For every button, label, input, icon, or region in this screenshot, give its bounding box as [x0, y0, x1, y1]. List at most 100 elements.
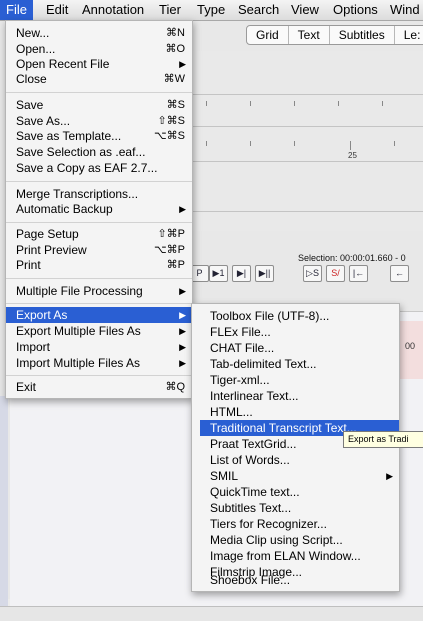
menubar-options[interactable]: Options [327, 0, 384, 20]
menu-item-label: Tab-delimited Text... [210, 357, 317, 371]
export-item-list-of-words[interactable]: List of Words... [200, 452, 399, 468]
menubar-search[interactable]: Search [232, 0, 285, 20]
menu-item-exit[interactable]: Exit ⌘Q [6, 379, 192, 395]
menu-item-merge-transcriptions[interactable]: Merge Transcriptions... [6, 186, 192, 202]
menu-item-label: Save [16, 98, 44, 112]
menu-item-label: Image from ELAN Window... [210, 549, 361, 563]
shortcut-label: ⌘Q [165, 381, 185, 393]
export-item-tiers-for-recognizer[interactable]: Tiers for Recognizer... [200, 516, 399, 532]
export-item-tab-delimited[interactable]: Tab-delimited Text... [200, 356, 399, 372]
export-item-shoebox[interactable]: Shoebox File... [200, 572, 399, 588]
export-item-quicktime-text[interactable]: QuickTime text... [200, 484, 399, 500]
tab-grid[interactable]: Grid [247, 26, 289, 44]
menu-item-save-as[interactable]: Save As... ⇧⌘S [6, 113, 192, 129]
menu-item-label: New... [16, 26, 50, 40]
export-item-subtitles-text[interactable]: Subtitles Text... [200, 500, 399, 516]
tab-subtitles[interactable]: Subtitles [330, 26, 395, 44]
tooltip: Export as Tradi [343, 431, 423, 448]
menu-item-label: Save a Copy as EAF 2.7... [16, 161, 158, 175]
next-frame-button[interactable]: ▶1 [209, 265, 228, 282]
menu-item-label: Page Setup [16, 227, 79, 241]
menubar-annotation[interactable]: Annotation [76, 0, 150, 20]
menu-item-automatic-backup[interactable]: Automatic Backup ▶ [6, 201, 192, 217]
menu-item-label: Print Preview [16, 243, 87, 257]
menu-item-label: Export Multiple Files As [16, 324, 141, 338]
menu-item-label: CHAT File... [210, 341, 275, 355]
menu-item-label: Open... [16, 42, 56, 56]
ruler-tick [350, 141, 351, 150]
status-footer [0, 606, 423, 621]
menu-item-open-recent[interactable]: Open Recent File ▶ [6, 56, 192, 72]
export-item-smil[interactable]: SMIL ▶ [200, 468, 399, 484]
menubar-file[interactable]: File [0, 0, 33, 20]
menu-item-label: SMIL [210, 469, 239, 483]
export-item-media-clip-script[interactable]: Media Clip using Script... [200, 532, 399, 548]
menu-item-export-as[interactable]: Export As ▶ [6, 307, 192, 323]
shortcut-label: ⇧⌘P [157, 228, 185, 240]
menu-item-print-preview[interactable]: Print Preview ⌥⌘P [6, 242, 192, 258]
menu-item-label: Import [16, 340, 51, 354]
next-second-button[interactable]: ▶| [232, 265, 251, 282]
submenu-arrow-icon: ▶ [179, 326, 186, 336]
selection-readout: Selection: 00:00:01.660 - 0 [298, 253, 406, 263]
export-item-tiger-xml[interactable]: Tiger-xml... [200, 372, 399, 388]
menu-item-label: Tiers for Recognizer... [210, 517, 327, 531]
tab-text[interactable]: Text [289, 26, 330, 44]
menubar-edit[interactable]: Edit [40, 0, 74, 20]
menubar-window[interactable]: Wind [384, 0, 423, 20]
ruler-tick [394, 141, 395, 146]
ruler-tick [206, 101, 207, 106]
menu-item-label: QuickTime text... [210, 485, 300, 499]
menu-item-import-multiple-files[interactable]: Import Multiple Files As ▶ [6, 355, 192, 371]
menu-item-label: Print [16, 258, 41, 272]
file-menu: New... ⌘N Open... ⌘O Open Recent File ▶ Clo… [5, 20, 193, 399]
menu-item-print[interactable]: Print ⌘P [6, 257, 192, 273]
ruler-tick [250, 141, 251, 146]
export-item-flex[interactable]: FLEx File... [200, 324, 399, 340]
menubar-view[interactable]: View [285, 0, 325, 20]
menubar-tier[interactable]: Tier [153, 0, 187, 20]
menu-item-import[interactable]: Import ▶ [6, 339, 192, 355]
menu-item-save-copy-eaf[interactable]: Save a Copy as EAF 2.7... [6, 160, 192, 176]
menu-separator [6, 222, 192, 223]
ruler-tick [294, 141, 295, 146]
submenu-arrow-icon: ▶ [179, 204, 186, 214]
waveform-area[interactable] [190, 51, 423, 231]
tab-lexicon[interactable]: Le: [395, 26, 423, 44]
export-item-toolbox[interactable]: Toolbox File (UTF-8)... [200, 308, 399, 324]
export-item-image-from-window[interactable]: Image from ELAN Window... [200, 548, 399, 564]
menu-item-label: Save As... [16, 114, 71, 128]
menu-item-open[interactable]: Open... ⌘O [6, 41, 192, 57]
clear-selection-button[interactable]: S/ [326, 265, 345, 282]
selection-left-button[interactable]: ← [390, 265, 409, 282]
shortcut-label: ⌘P [166, 259, 185, 271]
selection-mode-button[interactable]: ▷S [303, 265, 322, 282]
menubar-type[interactable]: Type [191, 0, 231, 20]
menu-item-save[interactable]: Save ⌘S [6, 97, 192, 113]
export-item-chat[interactable]: CHAT File... [200, 340, 399, 356]
menu-item-save-as-template[interactable]: Save as Template... ⌥⌘S [6, 128, 192, 144]
menu-separator [6, 92, 192, 93]
submenu-arrow-icon: ▶ [386, 471, 393, 481]
menu-item-new[interactable]: New... ⌘N [6, 25, 192, 41]
ruler-label: 25 [348, 151, 357, 160]
waveform-divider [190, 94, 423, 95]
menu-item-save-selection[interactable]: Save Selection as .eaf... [6, 144, 192, 160]
view-tabs: Grid Text Subtitles Le: [246, 25, 423, 45]
export-item-html[interactable]: HTML... [200, 404, 399, 420]
waveform-divider [190, 126, 423, 127]
go-to-end-button[interactable]: ▶|| [255, 265, 274, 282]
menu-item-page-setup[interactable]: Page Setup ⇧⌘P [6, 226, 192, 242]
shortcut-label: ⌘N [166, 27, 185, 39]
shortcut-label: ⌥⌘S [153, 130, 185, 142]
ruler-baseline [190, 161, 423, 162]
selection-begin-button[interactable]: |← [349, 265, 368, 282]
export-item-interlinear[interactable]: Interlinear Text... [200, 388, 399, 404]
menu-separator [6, 181, 192, 182]
menu-item-multiple-file-processing[interactable]: Multiple File Processing ▶ [6, 283, 192, 299]
shortcut-label: ⌘O [165, 43, 185, 55]
menu-item-label: List of Words... [210, 453, 290, 467]
menu-item-export-multiple-files[interactable]: Export Multiple Files As ▶ [6, 323, 192, 339]
menu-item-label: Toolbox File (UTF-8)... [210, 309, 330, 323]
menu-item-close[interactable]: Close ⌘W [6, 71, 192, 87]
